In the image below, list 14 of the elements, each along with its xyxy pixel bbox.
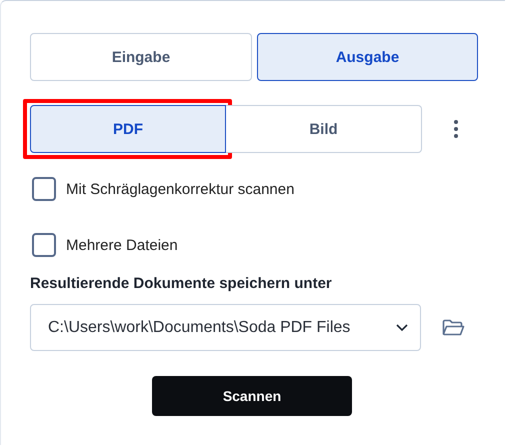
checkbox-label[interactable]: Mit Schräglagenkorrektur scannen	[66, 180, 294, 198]
field-label: Resultierende Dokumente speichern unter	[30, 275, 333, 292]
format-option[interactable]: PDF	[30, 105, 226, 153]
checkbox[interactable]	[32, 233, 56, 257]
tab[interactable]: Ausgabe	[257, 33, 478, 81]
checkbox-label[interactable]: Mehrere Dateien	[66, 236, 178, 254]
checkbox[interactable]	[32, 177, 56, 201]
format-option[interactable]: Bild	[226, 105, 422, 153]
folder-dropdown[interactable]: C:\Users\work\Documents\Soda PDF Files	[30, 304, 421, 351]
scan-button[interactable]: Scannen	[152, 376, 352, 416]
folder-icon[interactable]	[442, 318, 465, 336]
more-options-icon[interactable]	[453, 119, 459, 139]
tab[interactable]: Eingabe	[30, 33, 252, 81]
chevron-down-icon	[395, 323, 409, 332]
